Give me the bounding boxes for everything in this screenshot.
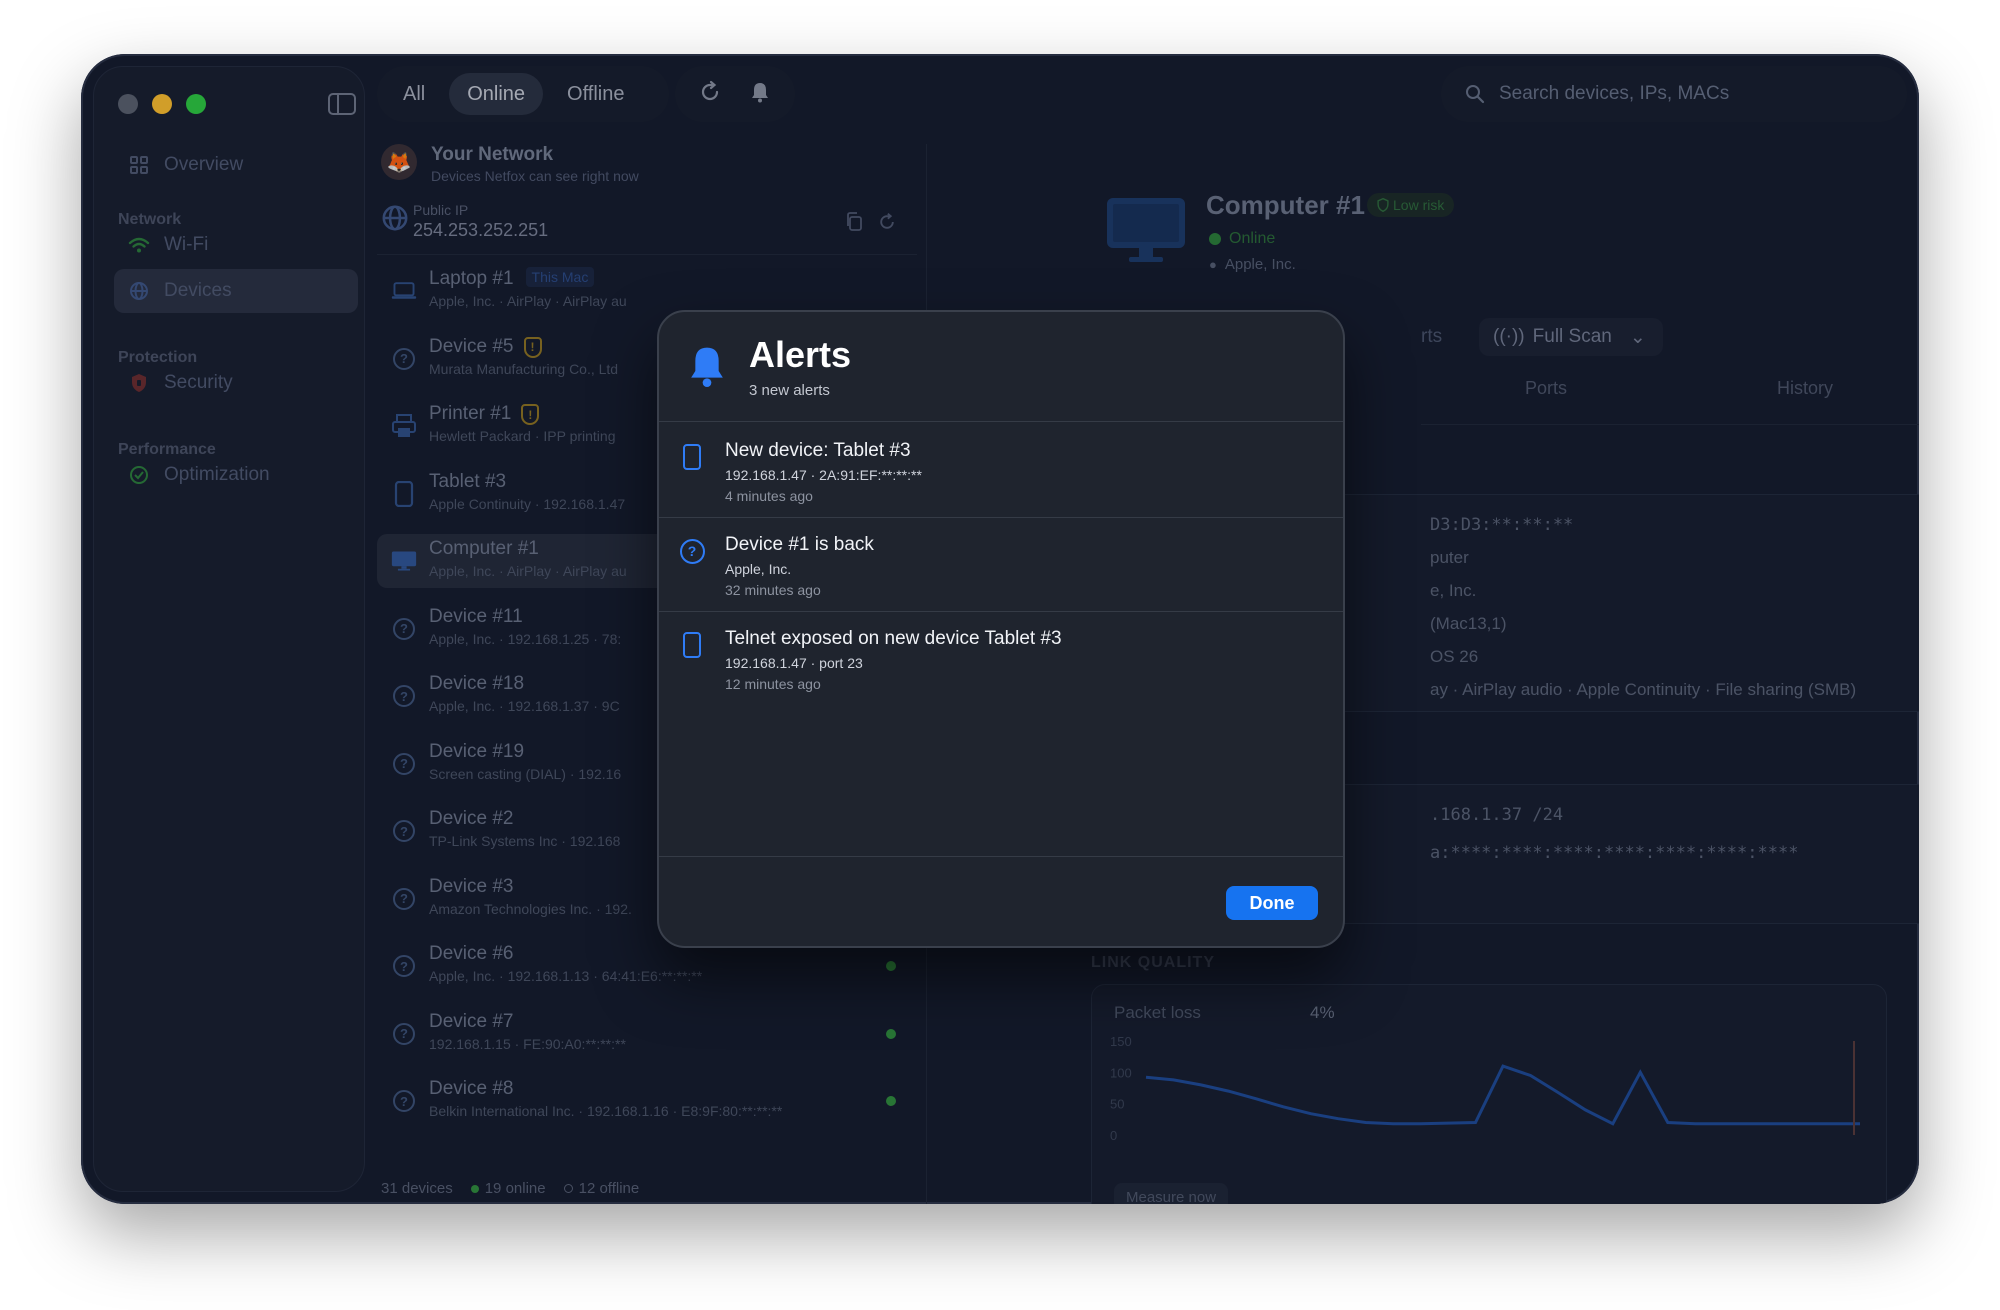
- alert-title: Device #1 is back: [725, 534, 874, 555]
- tablet-icon: [679, 630, 705, 660]
- divider: [659, 856, 1343, 857]
- alert-detail: 192.168.1.47 · port 23: [725, 655, 863, 671]
- alerts-title: Alerts: [749, 334, 852, 375]
- alert-item[interactable]: ? Device #1 is back Apple, Inc. 32 minut…: [659, 518, 1343, 612]
- alert-detail: 192.168.1.47 · 2A:91:EF:**:**:**: [725, 467, 922, 483]
- bell-icon: [687, 344, 727, 393]
- alert-title: New device: Tablet #3: [725, 440, 911, 461]
- alert-item[interactable]: New device: Tablet #3 192.168.1.47 · 2A:…: [659, 424, 1343, 518]
- alerts-count: 3 new alerts: [749, 382, 830, 399]
- alert-time: 32 minutes ago: [725, 582, 821, 598]
- alert-detail: Apple, Inc.: [725, 561, 792, 577]
- tablet-icon: [679, 442, 705, 472]
- alert-title: Telnet exposed on new device Tablet #3: [725, 628, 1062, 649]
- alerts-header: Alerts 3 new alerts: [659, 312, 1343, 422]
- alert-time: 12 minutes ago: [725, 676, 821, 692]
- alert-time: 4 minutes ago: [725, 488, 813, 504]
- done-button[interactable]: Done: [1226, 886, 1318, 920]
- alerts-dialog: Alerts 3 new alerts New device: Tablet #…: [657, 310, 1345, 948]
- alert-item[interactable]: Telnet exposed on new device Tablet #3 1…: [659, 612, 1343, 706]
- question-icon: ?: [679, 536, 705, 566]
